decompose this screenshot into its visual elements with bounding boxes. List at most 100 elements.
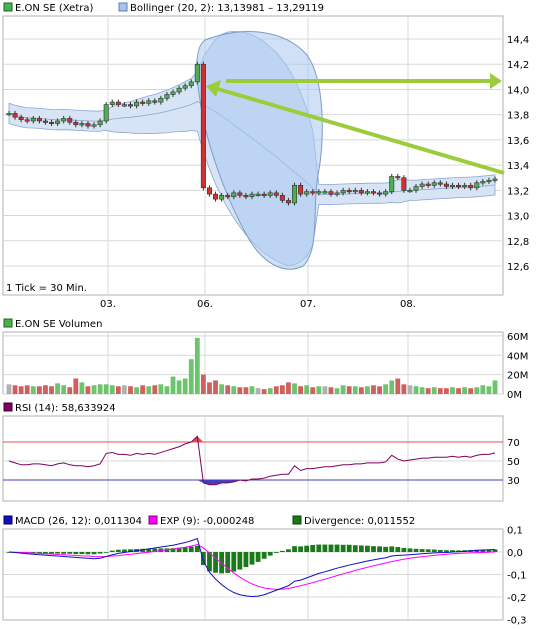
volume-bar (255, 388, 261, 394)
candle (480, 181, 486, 184)
volume-bar (492, 380, 498, 394)
candle (389, 176, 395, 192)
candle (443, 183, 449, 187)
volume-bar (395, 378, 401, 394)
volume-bar (219, 384, 225, 394)
divergence-bar (340, 544, 346, 552)
rsi-legend-swatch (3, 402, 13, 412)
divergence-bar (395, 547, 401, 552)
volume-bar (346, 386, 352, 394)
volume-bar (462, 387, 468, 394)
volume-bar (468, 388, 474, 394)
volume-bar (249, 386, 255, 394)
volume-bar (407, 385, 413, 394)
divergence-bar (85, 552, 91, 555)
volume-bar (30, 386, 36, 394)
divergence-bar (310, 545, 316, 552)
volume-bar (115, 386, 121, 394)
volume-bar (334, 388, 340, 394)
y-tick-label: 40M (507, 351, 528, 362)
candle (352, 190, 358, 193)
divergence-bar (49, 552, 54, 554)
volume-bar (213, 380, 218, 394)
exp-legend-label: EXP (9): -0,000248 (160, 516, 254, 527)
divergence-bar (97, 552, 103, 554)
candle (91, 124, 97, 127)
candle (170, 91, 176, 95)
volume-bar (437, 388, 443, 394)
divergence-bar (109, 550, 115, 552)
candle (42, 120, 48, 123)
volume-bar (49, 386, 54, 394)
volume-bar (425, 388, 431, 394)
volume-bar (128, 386, 133, 394)
candle (273, 192, 279, 196)
volume-bar (201, 374, 206, 394)
volume-bar (158, 384, 164, 394)
volume-bar (91, 385, 97, 394)
x-tick-label: 03. (100, 299, 116, 310)
candle (61, 118, 67, 122)
divergence-bar (352, 545, 358, 552)
y-tick-label: 13,2 (507, 186, 529, 197)
candle (30, 118, 36, 122)
divergence-bar (389, 546, 395, 552)
candle (340, 190, 346, 194)
candle (255, 193, 261, 196)
divergence-bar (322, 544, 328, 552)
volume-legend-swatch (3, 318, 13, 328)
candle (55, 120, 61, 124)
candle (419, 183, 425, 187)
candle (377, 192, 383, 195)
divergence-bar (115, 549, 121, 552)
divergence-bar (316, 544, 322, 552)
divergence-bar (79, 552, 85, 555)
volume-bar (371, 385, 376, 394)
volume-bar (103, 384, 109, 394)
volume-bar (389, 380, 395, 394)
candle (456, 184, 462, 188)
volume-bar (304, 385, 310, 394)
volume-bar (43, 385, 48, 394)
divergence-bar (377, 546, 382, 552)
candle (200, 63, 206, 189)
volume-bar (18, 386, 24, 394)
volume-bar (182, 378, 188, 394)
candle (213, 193, 219, 200)
volume-bar (134, 387, 139, 394)
volume-bar (237, 387, 243, 394)
divergence-bar (304, 545, 310, 552)
divergence-bar (365, 545, 370, 552)
candle (152, 100, 158, 103)
y-tick-label: 50 (507, 457, 520, 468)
candle (328, 191, 334, 195)
candle (243, 195, 249, 198)
divergence-bar (67, 552, 73, 554)
volume-bar (413, 386, 419, 394)
volume-bar (225, 385, 231, 394)
candle (206, 187, 212, 195)
candle (128, 104, 134, 107)
candle (24, 119, 30, 122)
y-tick-label: 13,0 (507, 212, 529, 223)
volume-bar (79, 382, 85, 394)
price-y-ticks: 14,4 14,2 14,0 13,8 13,6 13,4 13,2 13,0 12,8 12,6 (507, 35, 529, 273)
volume-legend: E.ON SE Volumen (3, 318, 102, 330)
divergence-bar (425, 549, 431, 552)
candle (316, 191, 322, 194)
candle (49, 121, 55, 125)
candle (298, 184, 304, 195)
y-tick-label: 0M (507, 390, 522, 401)
y-tick-label: 30 (507, 476, 520, 487)
volume-bar (279, 385, 285, 394)
volume-bar (486, 386, 492, 394)
divergence-bar (286, 549, 291, 552)
candle (231, 192, 237, 197)
candle (6, 113, 12, 116)
divergence-bar (249, 552, 255, 565)
divergence-bar (188, 546, 194, 552)
volume-bar (109, 385, 115, 394)
volume-bar (352, 386, 358, 394)
candle (176, 87, 182, 93)
candle (140, 101, 146, 104)
